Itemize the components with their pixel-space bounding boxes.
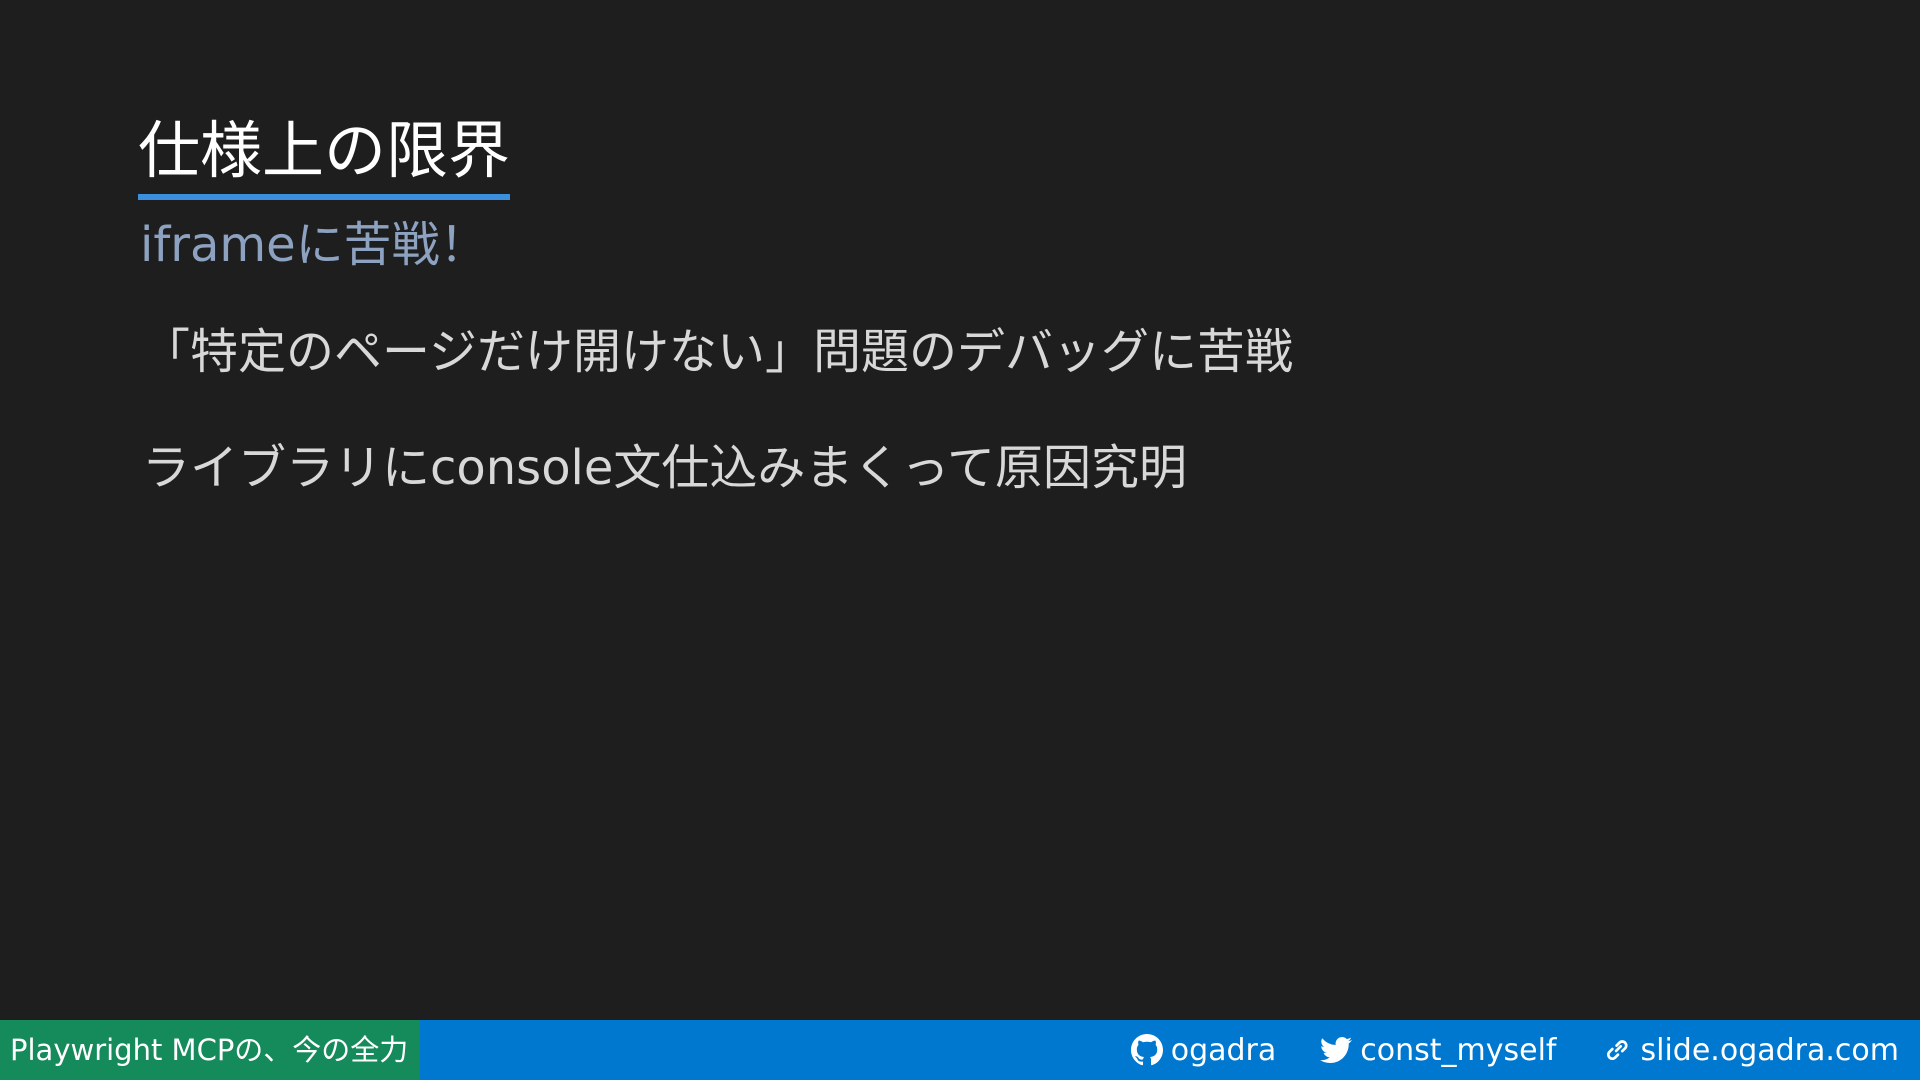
footer-link-twitter-label: const_myself — [1360, 1032, 1557, 1068]
footer-presentation-title: Playwright MCPの、今の全力 — [0, 1020, 420, 1080]
slide-title: 仕様上の限界 — [138, 112, 511, 200]
slide: 仕様上の限界 iframeに苦戦！ 「特定のページだけ開けない」問題のデバッグに… — [0, 0, 1920, 1080]
footer-link-github-label: ogadra — [1170, 1032, 1277, 1068]
footer-link-twitter[interactable]: const_myself — [1320, 1032, 1557, 1068]
footer-link-website-label: slide.ogadra.com — [1640, 1032, 1900, 1068]
github-icon — [1130, 1034, 1163, 1066]
slide-subtitle: iframeに苦戦！ — [140, 217, 488, 273]
footer-link-website[interactable]: slide.ogadra.com — [1601, 1032, 1900, 1068]
body-line-1: 「特定のページだけ開けない」問題のデバッグに苦戦 — [142, 324, 1294, 380]
footer-bar: Playwright MCPの、今の全力 ogadra const_myself… — [0, 1020, 1920, 1080]
body-line-2: ライブラリにconsole文仕込みまくって原因究明 — [142, 440, 1188, 496]
footer-link-github[interactable]: ogadra — [1130, 1032, 1277, 1068]
footer-links: ogadra const_myself slide.ogadra.com — [1087, 1020, 1920, 1080]
twitter-icon — [1320, 1036, 1353, 1063]
link-icon — [1606, 1040, 1628, 1060]
